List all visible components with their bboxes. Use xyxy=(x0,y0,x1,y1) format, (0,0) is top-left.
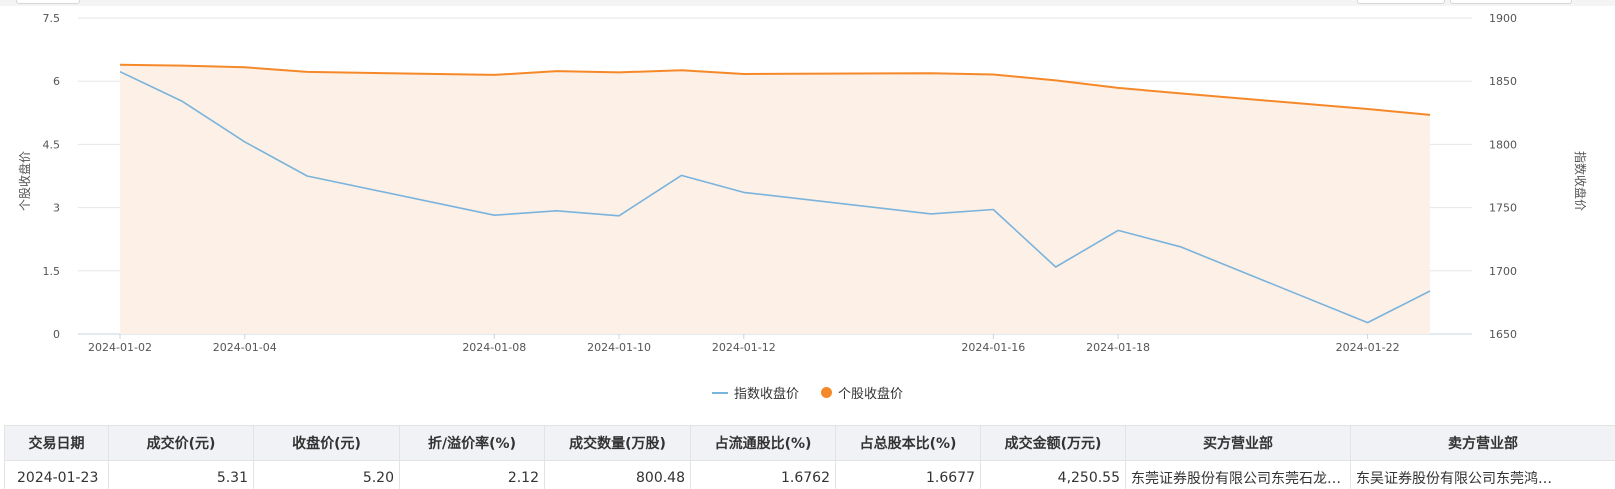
legend-dot-icon xyxy=(821,387,832,398)
x-tick-label: 2024-01-18 xyxy=(1086,341,1150,354)
table-cell: 800.48 xyxy=(544,460,691,489)
table-header[interactable]: 买方营业部 xyxy=(1125,425,1351,461)
data-point xyxy=(119,71,121,73)
data-point xyxy=(992,73,994,75)
table-header[interactable]: 占总股本比(%) xyxy=(835,425,981,461)
page-root: 0 1650 1.5 1700 3 1750 4.5 1800 6 1850 7.5 1900 2024… xyxy=(0,0,1615,489)
y-tick-label-left: 7.5 xyxy=(43,12,61,25)
data-point xyxy=(1117,87,1119,89)
data-point xyxy=(244,141,246,143)
legend-line-icon xyxy=(711,391,728,394)
y-axis-label-left: 个股收盘价 xyxy=(17,151,32,211)
table-cell: 4,250.55 xyxy=(980,460,1126,489)
table-cell[interactable]: 东吴证券股份有限公司东莞鸿… xyxy=(1350,460,1615,489)
table-header[interactable]: 成交金额(万元) xyxy=(980,425,1126,461)
chart-legend: 指数收盘价 个股收盘价 xyxy=(0,383,1615,402)
x-tick-label: 2024-01-10 xyxy=(587,341,651,354)
legend-item-index[interactable]: 指数收盘价 xyxy=(711,383,799,402)
data-point xyxy=(680,174,682,176)
data-point xyxy=(1055,266,1057,268)
x-tick-label: 2024-01-02 xyxy=(88,341,152,354)
chart-svg: 0 1650 1.5 1700 3 1750 4.5 1800 6 1850 7.5 1900 2024… xyxy=(17,12,1588,354)
x-tick-label: 2024-01-22 xyxy=(1336,341,1400,354)
data-point xyxy=(306,175,308,177)
data-point xyxy=(1179,92,1181,94)
data-point xyxy=(930,72,932,74)
area-layer xyxy=(120,64,1430,335)
y-tick-label-right: 1700 xyxy=(1489,265,1517,278)
data-point xyxy=(181,65,183,67)
y-tick-label-right: 1650 xyxy=(1489,328,1517,341)
y-tick-label-left: 0 xyxy=(53,328,60,341)
x-tick-label: 2024-01-04 xyxy=(213,341,277,354)
data-point xyxy=(1429,114,1431,116)
x-tick-label: 2024-01-16 xyxy=(961,341,1025,354)
table-header[interactable]: 成交数量(万股) xyxy=(544,425,691,461)
data-point xyxy=(992,208,994,210)
data-point xyxy=(1367,322,1369,324)
data-point xyxy=(930,213,932,215)
table-cell: 2.12 xyxy=(399,460,545,489)
x-tick-label: 2024-01-08 xyxy=(462,341,526,354)
series-area-fill xyxy=(120,64,1430,335)
table-header[interactable]: 卖方营业部 xyxy=(1350,425,1615,461)
table-row: 2024-01-23 5.31 5.20 2.12 800.48 1.6762 … xyxy=(4,460,1615,489)
y-tick-label-right: 1850 xyxy=(1489,75,1517,88)
data-point xyxy=(1179,246,1181,248)
table-cell: 5.31 xyxy=(108,460,254,489)
table-cell[interactable]: 东莞证券股份有限公司东莞石龙… xyxy=(1125,460,1351,489)
data-point xyxy=(1367,108,1369,110)
y-tick-label-left: 1.5 xyxy=(43,265,61,278)
y-tick-label-left: 4.5 xyxy=(43,138,61,151)
data-point xyxy=(493,214,495,216)
data-point xyxy=(493,74,495,76)
data-point xyxy=(680,69,682,71)
legend-item-stock[interactable]: 个股收盘价 xyxy=(821,383,903,402)
table-cell: 1.6762 xyxy=(690,460,836,489)
data-point xyxy=(1429,290,1431,292)
legend-label: 个股收盘价 xyxy=(838,387,904,402)
legend-label: 指数收盘价 xyxy=(733,387,799,402)
data-point xyxy=(1055,79,1057,81)
table-header[interactable]: 成交价(元) xyxy=(108,425,254,461)
y-tick-label-left: 3 xyxy=(53,202,60,215)
data-point xyxy=(618,215,620,217)
data-point xyxy=(618,71,620,73)
data-point xyxy=(244,66,246,68)
table-cell: 5.20 xyxy=(253,460,400,489)
data-point xyxy=(119,64,121,66)
table-header[interactable]: 占流通股比(%) xyxy=(690,425,836,461)
data-point xyxy=(306,71,308,73)
block-trade-table: 交易日期 成交价(元) 收盘价(元) 折/溢价率(%) 成交数量(万股) 占流通… xyxy=(4,425,1615,489)
y-axis-label-right: 指数收盘价 xyxy=(1573,151,1588,211)
y-tick-label-right: 1800 xyxy=(1489,138,1517,151)
data-point xyxy=(181,100,183,102)
y-tick-label-right: 1750 xyxy=(1489,202,1517,215)
table-cell: 1.6677 xyxy=(835,460,981,489)
table-header-row: 交易日期 成交价(元) 收盘价(元) 折/溢价率(%) 成交数量(万股) 占流通… xyxy=(4,425,1615,461)
data-point xyxy=(1117,229,1119,231)
data-point xyxy=(556,70,558,72)
table-header[interactable]: 折/溢价率(%) xyxy=(399,425,545,461)
table-cell: 2024-01-23 xyxy=(4,460,109,489)
data-point xyxy=(743,73,745,75)
data-point xyxy=(743,191,745,193)
x-tick-label: 2024-01-12 xyxy=(712,341,776,354)
y-tick-label-left: 6 xyxy=(53,75,60,88)
data-point xyxy=(556,210,558,212)
table-header[interactable]: 收盘价(元) xyxy=(253,425,400,461)
y-tick-label-right: 1900 xyxy=(1489,12,1517,25)
table-header[interactable]: 交易日期 xyxy=(4,425,109,461)
